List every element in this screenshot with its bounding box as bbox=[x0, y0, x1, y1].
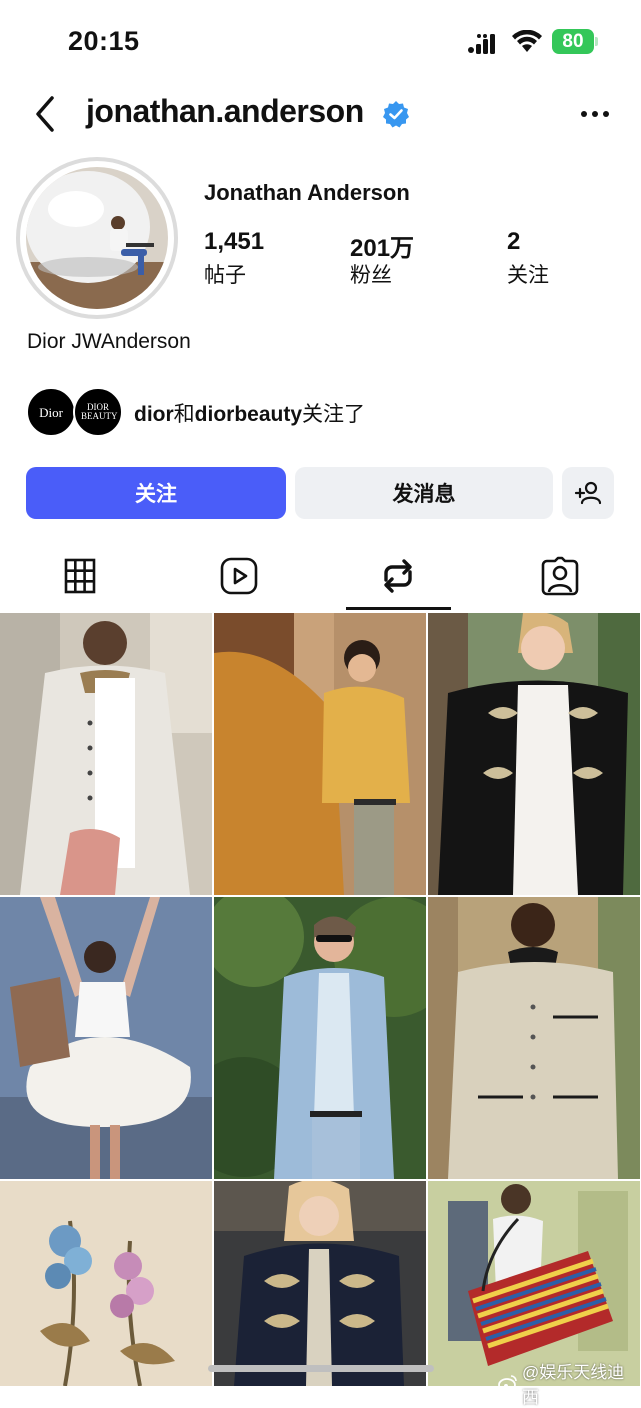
wifi-icon bbox=[512, 30, 542, 52]
followed-by-joiner: 和 bbox=[173, 403, 195, 426]
more-options-icon[interactable] bbox=[578, 100, 612, 128]
back-arrow-icon[interactable] bbox=[30, 94, 60, 134]
followed-by-suffix: 关注了 bbox=[302, 403, 366, 426]
watermark: @娱乐天线迪西 bbox=[498, 1358, 641, 1408]
message-button[interactable]: 发消息 bbox=[295, 467, 553, 519]
tagged-tab-icon[interactable] bbox=[540, 556, 580, 596]
followed-by-account-2: diorbeauty bbox=[194, 403, 303, 426]
followers-label[interactable]: 粉丝 bbox=[350, 259, 392, 289]
post-thumbnail[interactable] bbox=[214, 613, 426, 895]
post-thumbnail[interactable] bbox=[214, 1181, 426, 1386]
status-time: 20:15 bbox=[68, 26, 140, 56]
followers-count[interactable]: 201万 bbox=[350, 228, 414, 263]
post-thumbnail[interactable] bbox=[0, 897, 212, 1179]
cellular-signal-icon bbox=[468, 34, 495, 54]
profile-username: jonathan.anderson bbox=[86, 93, 364, 129]
followed-by-account-1: dior bbox=[134, 403, 174, 426]
post-thumbnail[interactable] bbox=[428, 613, 640, 895]
post-thumbnail[interactable] bbox=[0, 613, 212, 895]
followed-by-text[interactable]: dior和diorbeauty关注了 bbox=[134, 398, 365, 428]
home-indicator[interactable] bbox=[208, 1365, 434, 1372]
add-person-icon bbox=[574, 481, 602, 505]
following-label[interactable]: 关注 bbox=[507, 259, 549, 289]
battery-indicator: 80 bbox=[552, 29, 594, 54]
watermark-text: @娱乐天线迪西 bbox=[521, 1363, 625, 1407]
diorbeauty-avatar[interactable]: DIOR BEAUTY bbox=[73, 387, 123, 437]
weibo-logo-icon bbox=[498, 1375, 517, 1392]
avatar[interactable] bbox=[26, 167, 168, 309]
reels-tab-icon[interactable] bbox=[219, 556, 259, 596]
post-thumbnail[interactable] bbox=[428, 897, 640, 1179]
post-thumbnail[interactable] bbox=[0, 1181, 212, 1386]
dior-logo-text: Dior bbox=[39, 404, 63, 420]
following-count[interactable]: 2 bbox=[507, 228, 520, 256]
post-thumbnail[interactable] bbox=[214, 897, 426, 1179]
posts-label[interactable]: 帖子 bbox=[204, 259, 246, 289]
bio-text: Dior JWAnderson bbox=[27, 330, 191, 353]
post-thumbnail[interactable] bbox=[428, 1181, 640, 1386]
suggest-users-button[interactable] bbox=[562, 467, 614, 519]
battery-tip bbox=[595, 37, 598, 46]
verified-badge-icon bbox=[383, 101, 409, 128]
display-name: Jonathan Anderson bbox=[204, 180, 410, 205]
active-tab-indicator bbox=[346, 607, 451, 610]
posts-count[interactable]: 1,451 bbox=[204, 228, 264, 256]
grid-tab-icon[interactable] bbox=[60, 556, 100, 596]
reposts-tab-icon[interactable] bbox=[378, 556, 418, 596]
dior-avatar[interactable]: Dior bbox=[26, 387, 76, 437]
diorbeauty-logo-text: DIOR BEAUTY bbox=[81, 402, 118, 421]
follow-button[interactable]: 关注 bbox=[26, 467, 286, 519]
